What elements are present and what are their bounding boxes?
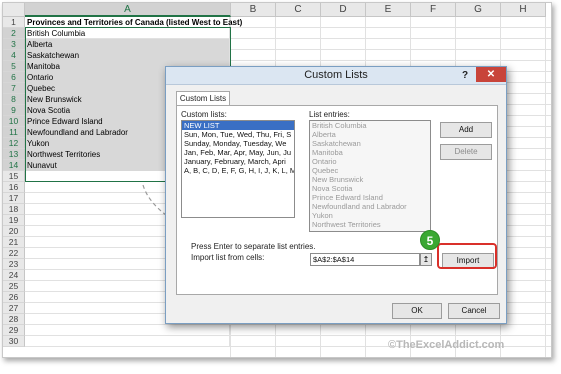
custom-list-item[interactable]: January, February, March, Apri <box>182 157 294 166</box>
ok-button[interactable]: OK <box>392 303 442 319</box>
custom-lists-label: Custom lists: <box>181 110 227 119</box>
list-entries-box[interactable]: British Columbia Alberta Saskatchewan Manit… <box>309 120 431 232</box>
list-entry-item: Yukon <box>312 211 333 220</box>
list-entry-item: New Brunswick <box>312 175 364 184</box>
import-highlight <box>437 243 497 269</box>
collapse-dialog-icon[interactable]: ↥ <box>420 253 432 266</box>
delete-button[interactable]: Delete <box>440 144 492 160</box>
custom-list-item[interactable]: Jan, Feb, Mar, Apr, May, Jun, Ju <box>182 148 294 157</box>
list-entries-label: List entries: <box>309 110 350 119</box>
custom-list-item[interactable]: NEW LIST <box>182 121 294 130</box>
import-label: Import list from cells: <box>191 253 265 262</box>
list-entry-item: Saskatchewan <box>312 139 361 148</box>
help-icon[interactable]: ? <box>458 69 472 82</box>
list-entry-item: Alberta <box>312 130 336 139</box>
custom-lists-dialog: Custom Lists ? ✕ Custom Lists Custom lis… <box>165 66 507 324</box>
add-button[interactable]: Add <box>440 122 492 138</box>
list-entry-item: Ontario <box>312 157 337 166</box>
watermark: ©TheExcelAddict.com <box>388 339 505 351</box>
list-entry-item: Northwest Territories <box>312 220 381 229</box>
cancel-button[interactable]: Cancel <box>448 303 500 319</box>
list-entry-item: Manitoba <box>312 148 343 157</box>
list-entry-item: British Columbia <box>312 121 367 130</box>
custom-list-item[interactable]: Sunday, Monday, Tuesday, We <box>182 139 294 148</box>
custom-list-item[interactable]: A, B, C, D, E, F, G, H, I, J, K, L, M <box>182 166 294 175</box>
hint-text: Press Enter to separate list entries. <box>191 242 316 251</box>
list-entry-item: Prince Edward Island <box>312 193 383 202</box>
import-range-input[interactable]: $A$2:$A$14 <box>310 253 420 266</box>
screenshot-frame: ABCDEFGH 1 Provinces and Territories of C… <box>2 2 552 358</box>
close-icon[interactable]: ✕ <box>476 67 506 82</box>
tab-custom-lists[interactable]: Custom Lists <box>176 91 230 106</box>
dialog-titlebar[interactable]: Custom Lists ? ✕ <box>166 67 506 85</box>
custom-lists-listbox[interactable]: NEW LIST Sun, Mon, Tue, Wed, Thu, Fri, SS… <box>181 120 295 218</box>
dialog-title: Custom Lists <box>304 69 368 81</box>
list-entry-item: Nova Scotia <box>312 184 353 193</box>
list-entry-item: Quebec <box>312 166 339 175</box>
list-entry-item: Newfoundland and Labrador <box>312 202 407 211</box>
custom-list-item[interactable]: Sun, Mon, Tue, Wed, Thu, Fri, S <box>182 130 294 139</box>
step-badge: 5 <box>420 230 440 250</box>
